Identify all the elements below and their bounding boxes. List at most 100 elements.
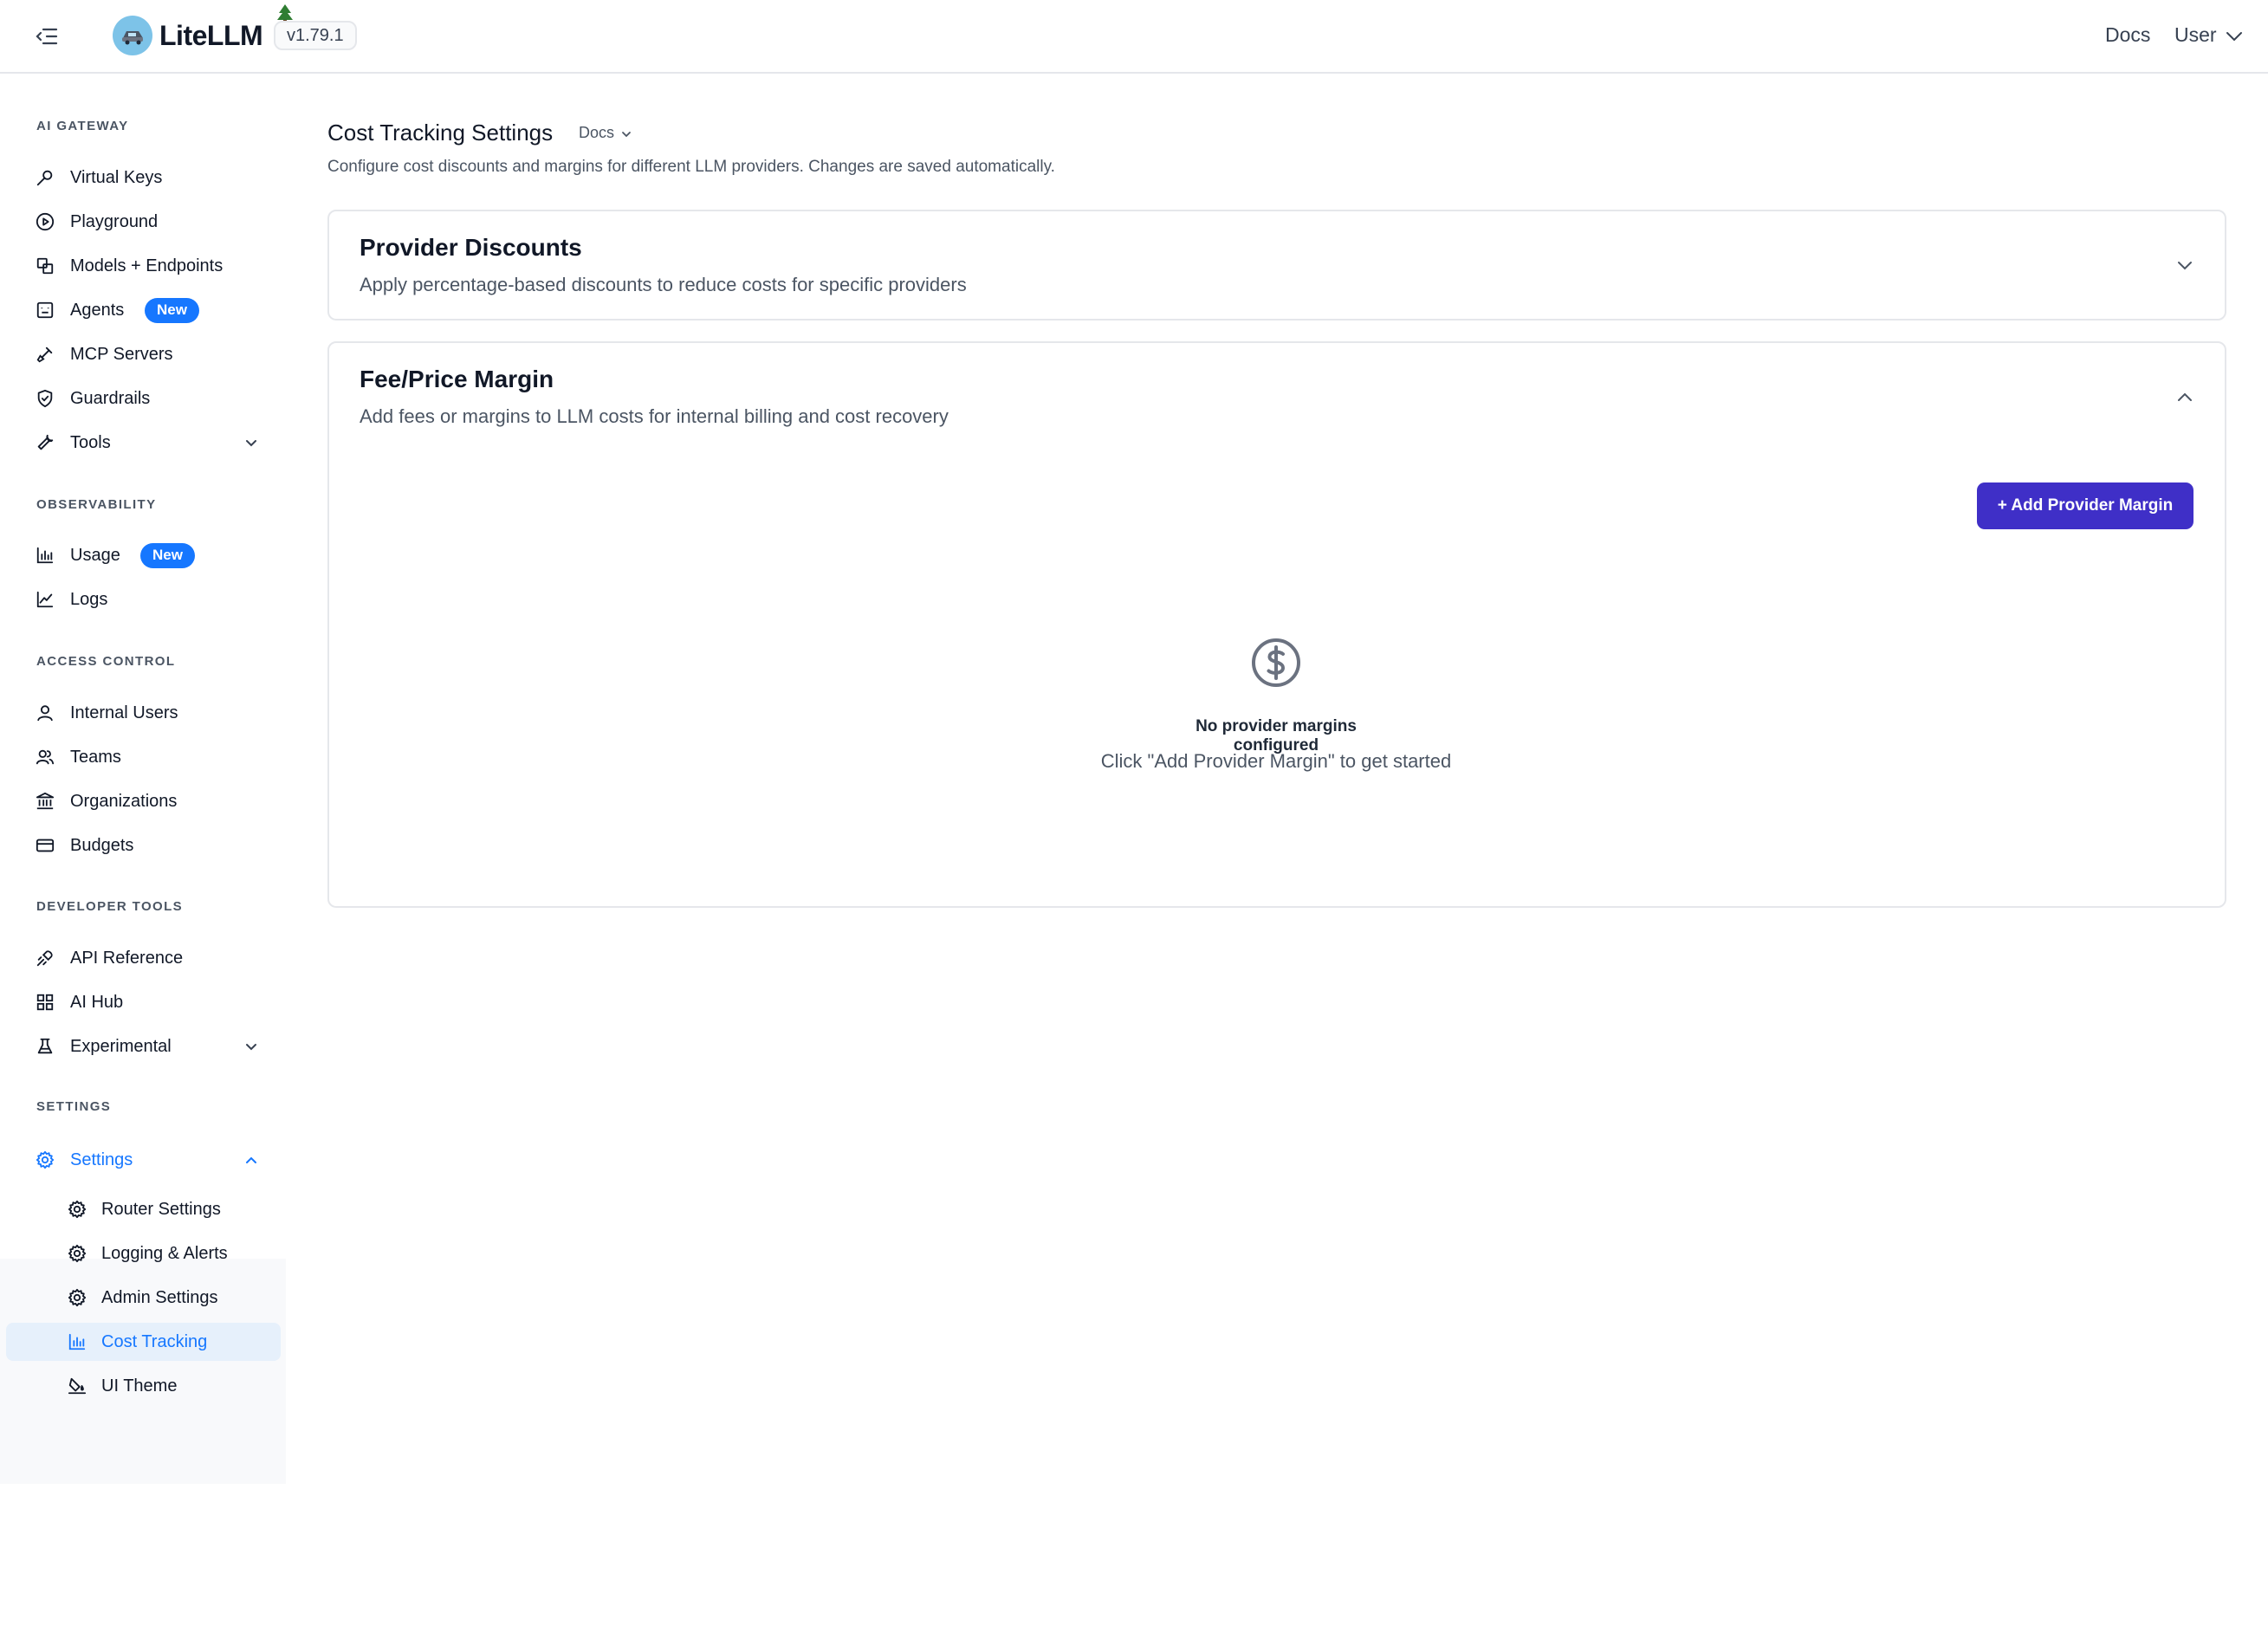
credit-card-icon [35, 835, 55, 856]
chevron-down-icon [243, 434, 260, 451]
sidebar-item-mcp-servers[interactable]: MCP Servers [0, 335, 286, 373]
chevron-down-icon [243, 1038, 260, 1055]
play-circle-icon [35, 211, 55, 232]
bar-chart-icon [67, 1331, 87, 1352]
flask-icon [35, 1036, 55, 1057]
sidebar-item-label: Budgets [70, 835, 134, 855]
user-menu[interactable]: User [2174, 23, 2243, 47]
litellm-logo-icon [113, 16, 152, 55]
sidebar-item-agents[interactable]: Agents New [0, 291, 286, 329]
top-bar: LiteLLM v1.79.1 Docs User [0, 0, 2268, 74]
chevron-down-icon[interactable] [2174, 255, 2195, 275]
sidebar-item-organizations[interactable]: Organizations [0, 782, 286, 820]
new-badge: New [145, 297, 199, 323]
sidebar-subitem-admin-settings[interactable]: Admin Settings [0, 1279, 286, 1317]
collapse-menu-icon[interactable] [33, 23, 61, 50]
sidebar-subitem-label: UI Theme [101, 1376, 178, 1396]
page-description: Configure cost discounts and margins for… [327, 158, 1055, 176]
sidebar-item-label: Usage [70, 545, 120, 565]
sidebar-item-label: Teams [70, 747, 121, 767]
sidebar-item-label: AI Hub [70, 992, 124, 1012]
blocks-icon [35, 256, 55, 276]
sidebar-item-tools[interactable]: Tools [0, 424, 286, 462]
app-name: LiteLLM [159, 19, 263, 51]
sidebar-item-settings[interactable]: Settings [0, 1141, 286, 1179]
logo[interactable]: LiteLLM [113, 16, 263, 55]
bank-icon [35, 791, 55, 812]
dollar-circle-icon [1250, 637, 1302, 689]
docs-dropdown-label: Docs [579, 124, 615, 141]
gear-icon [67, 1199, 87, 1220]
chevron-up-icon [243, 1151, 260, 1169]
sidebar-subitem-ui-theme[interactable]: UI Theme [0, 1367, 286, 1405]
sidebar-subitem-label: Admin Settings [101, 1287, 218, 1307]
sidebar-item-virtual-keys[interactable]: Virtual Keys [0, 159, 286, 197]
section-title-observability: OBSERVABILITY [36, 497, 157, 512]
section-title-access-control: ACCESS CONTROL [36, 654, 176, 669]
user-label: User [2174, 23, 2217, 46]
sidebar-item-internal-users[interactable]: Internal Users [0, 694, 286, 732]
grid-icon [35, 992, 55, 1013]
provider-discounts-panel[interactable]: Provider Discounts Apply percentage-base… [327, 210, 2226, 321]
sidebar-item-label: Organizations [70, 791, 178, 811]
panel-title: Provider Discounts [360, 234, 582, 261]
sidebar-item-label: MCP Servers [70, 344, 173, 364]
sidebar-item-label: Playground [70, 211, 159, 231]
user-icon [35, 703, 55, 723]
docs-dropdown[interactable]: Docs [579, 124, 632, 142]
shield-icon [35, 388, 55, 409]
key-icon [35, 167, 55, 188]
chevron-up-icon[interactable] [2174, 386, 2195, 407]
version-badge: v1.79.1 [274, 21, 357, 50]
new-badge: New [140, 542, 195, 568]
sidebar-item-playground[interactable]: Playground [0, 203, 286, 241]
sidebar-subitem-logging-alerts[interactable]: Logging & Alerts [0, 1234, 286, 1273]
sidebar-item-budgets[interactable]: Budgets [0, 826, 286, 865]
sidebar-item-usage[interactable]: Usage New [0, 536, 286, 574]
chevron-down-icon [2226, 23, 2243, 47]
sidebar-item-label: Internal Users [70, 703, 178, 722]
sidebar-item-label: Experimental [70, 1036, 172, 1056]
page-title: Cost Tracking Settings [327, 120, 554, 146]
wrench-icon [35, 432, 55, 453]
sidebar-item-experimental[interactable]: Experimental [0, 1027, 286, 1065]
fee-margin-panel: Fee/Price Margin Add fees or margins to … [327, 341, 2226, 908]
sidebar-subitem-label: Cost Tracking [101, 1331, 208, 1351]
section-title-ai-gateway: AI GATEWAY [36, 119, 129, 133]
sidebar-item-label: Agents [70, 300, 125, 320]
sidebar-subitem-cost-tracking[interactable]: Cost Tracking [6, 1323, 281, 1361]
sidebar-item-logs[interactable]: Logs [0, 580, 286, 618]
panel-subtitle: Apply percentage-based discounts to redu… [360, 274, 967, 295]
top-docs-link[interactable]: Docs [2105, 23, 2150, 47]
sidebar-item-models-endpoints[interactable]: Models + Endpoints [0, 247, 286, 285]
panel-subtitle: Add fees or margins to LLM costs for int… [360, 405, 949, 427]
tool-icon [35, 344, 55, 365]
sidebar-item-ai-hub[interactable]: AI Hub [0, 983, 286, 1021]
sidebar-subitem-label: Logging & Alerts [101, 1243, 228, 1263]
paint-bucket-icon [67, 1376, 87, 1396]
sidebar-item-label: Logs [70, 589, 108, 609]
gear-icon [35, 1150, 55, 1170]
robot-icon [35, 300, 55, 321]
sidebar-item-label: Virtual Keys [70, 167, 163, 187]
chevron-down-icon [621, 124, 632, 142]
sidebar-item-label: Settings [70, 1150, 133, 1169]
sidebar-item-teams[interactable]: Teams [0, 738, 286, 776]
line-chart-icon [35, 589, 55, 610]
section-title-developer-tools: DEVELOPER TOOLS [36, 899, 184, 914]
gear-icon [67, 1287, 87, 1308]
sidebar: AI GATEWAY Virtual Keys Playground Model… [0, 74, 286, 1632]
panel-title: Fee/Price Margin [360, 366, 554, 392]
sidebar-item-label: Guardrails [70, 388, 151, 408]
team-icon [35, 747, 55, 767]
sidebar-item-guardrails[interactable]: Guardrails [0, 379, 286, 418]
section-title-settings: SETTINGS [36, 1099, 112, 1114]
sidebar-subitem-router-settings[interactable]: Router Settings [0, 1190, 286, 1228]
sidebar-item-api-reference[interactable]: API Reference [0, 939, 286, 977]
sidebar-item-label: Tools [70, 432, 111, 452]
sidebar-item-label: Models + Endpoints [70, 256, 224, 275]
add-provider-margin-button[interactable]: + Add Provider Margin [1977, 482, 2193, 529]
sidebar-item-label: API Reference [70, 948, 184, 968]
sidebar-subitem-label: Router Settings [101, 1199, 221, 1219]
empty-state-subtitle: Click "Add Provider Margin" to get start… [1100, 750, 1452, 772]
